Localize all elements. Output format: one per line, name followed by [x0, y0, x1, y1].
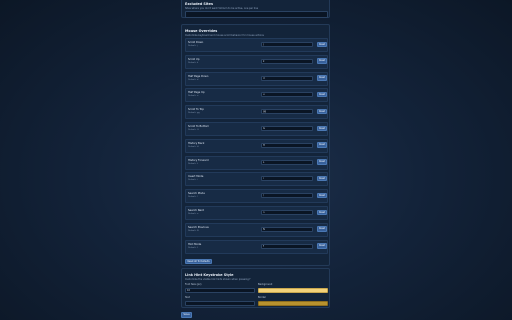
override-row: History Back Default: H H Reset — [185, 138, 328, 153]
override-name: Scroll Down — [188, 41, 204, 44]
override-name: Insert Mode — [188, 175, 204, 179]
override-key-input[interactable]: H — [261, 142, 313, 148]
excluded-sites-textarea[interactable] — [185, 11, 328, 18]
override-reset-button[interactable]: Reset — [317, 108, 327, 115]
override-key-input[interactable]: u — [261, 92, 313, 98]
reset-all-button[interactable]: Reset All To Defaults — [185, 259, 212, 264]
options-page: { "excluded_sites": { "title": "Excluded… — [0, 0, 512, 320]
override-default: Default: n — [188, 213, 199, 215]
override-row: Half Page Down Default: d d Reset — [185, 71, 328, 86]
override-key-input[interactable]: N — [261, 226, 313, 232]
override-reset-button[interactable]: Reset — [317, 41, 327, 47]
excluded-sites-card: Excluded Sites Sites where you don't wan… — [181, 0, 330, 18]
background-color-label: Background — [258, 283, 273, 286]
override-default: Default: f — [188, 246, 198, 249]
override-name: Scroll To Bottom — [188, 125, 210, 128]
font-size-input[interactable]: 10 — [185, 288, 255, 293]
override-name: Scroll Up — [188, 57, 200, 61]
override-default: Default: u — [188, 95, 199, 98]
override-key-input[interactable]: n — [261, 210, 313, 215]
override-row: Hint Mode Default: f f Reset — [185, 239, 328, 254]
override-row: Search Mode Default: / / Reset — [185, 189, 328, 204]
link-hint-style-card: Link Hint Keystroke Style Customize the … — [181, 268, 330, 308]
override-default: Default: j — [188, 45, 198, 47]
link-hint-style-description: Customize the visible link hints shown w… — [185, 278, 251, 281]
override-row: Insert Mode Default: i i Reset — [185, 172, 328, 187]
override-default: Default: / — [188, 196, 198, 199]
override-row: Search Previous Default: N N Reset — [185, 222, 328, 237]
override-name: Search Next — [188, 209, 204, 212]
link-hint-style-title: Link Hint Keystroke Style — [185, 273, 234, 277]
override-reset-button[interactable]: Reset — [317, 243, 327, 249]
override-reset-button[interactable]: Reset — [317, 142, 327, 148]
override-default: Default: d — [188, 78, 199, 81]
override-reset-button[interactable]: Reset — [317, 91, 327, 98]
override-name: Search Mode — [188, 192, 205, 196]
override-default: Default: L — [188, 162, 199, 165]
override-reset-button[interactable]: Reset — [317, 175, 327, 182]
override-key-input[interactable]: d — [261, 75, 313, 81]
border-color-input[interactable] — [258, 301, 328, 306]
override-name: Half Page Up — [188, 91, 205, 95]
text-color-label: Text — [185, 296, 190, 299]
override-key-input[interactable]: gg — [261, 109, 313, 115]
save-button[interactable]: Save — [181, 312, 192, 318]
override-row: Search Next Default: n n Reset — [185, 206, 328, 220]
override-key-input[interactable]: G — [261, 126, 313, 131]
override-name: Hint Mode — [188, 242, 202, 246]
override-default: Default: i — [188, 179, 198, 182]
override-key-input[interactable]: L — [261, 159, 313, 165]
font-size-label: Font Size (px) — [185, 283, 202, 286]
mouse-overrides-description: Customize keyboard and mouse scroll beha… — [185, 34, 264, 37]
override-name: Half Page Down — [188, 74, 209, 78]
override-reset-button[interactable]: Reset — [317, 159, 327, 165]
override-row: Half Page Up Default: u u Reset — [185, 88, 328, 103]
text-color-input[interactable] — [185, 301, 255, 306]
excluded-sites-title: Excluded Sites — [185, 2, 213, 6]
override-row: Scroll Down Default: j j Reset — [185, 38, 328, 52]
override-key-input[interactable]: f — [261, 243, 313, 249]
override-reset-button[interactable]: Reset — [317, 75, 327, 81]
override-default: Default: H — [188, 145, 199, 148]
override-reset-button[interactable]: Reset — [317, 209, 327, 215]
override-reset-button[interactable]: Reset — [317, 192, 327, 199]
mouse-overrides-title: Mouse Overrides — [185, 29, 218, 33]
override-key-input[interactable]: k — [261, 58, 313, 64]
override-name: History Back — [188, 141, 205, 145]
mouse-overrides-card: Mouse Overrides Customize keyboard and m… — [181, 24, 330, 266]
override-row: Scroll To Bottom Default: G G Reset — [185, 122, 328, 136]
override-row: History Forward Default: L L Reset — [185, 155, 328, 170]
override-default: Default: gg — [188, 112, 200, 115]
override-default: Default: G — [188, 129, 199, 131]
excluded-sites-description: Sites where you don't want Vimium to be … — [185, 7, 259, 10]
override-key-input[interactable]: i — [261, 176, 313, 182]
override-name: History Forward — [188, 158, 209, 162]
override-reset-button[interactable]: Reset — [317, 125, 327, 131]
override-name: Scroll To Top — [188, 108, 204, 112]
border-color-label: Border — [258, 296, 267, 299]
override-row: Scroll To Top Default: gg gg Reset — [185, 105, 328, 120]
override-default: Default: k — [188, 61, 199, 64]
override-row: Scroll Up Default: k k Reset — [185, 54, 328, 69]
override-reset-button[interactable]: Reset — [317, 58, 327, 64]
override-reset-button[interactable]: Reset — [317, 226, 327, 232]
background-color-input[interactable] — [258, 288, 328, 293]
override-key-input[interactable]: / — [261, 193, 313, 199]
override-default: Default: N — [188, 229, 199, 232]
override-name: Search Previous — [188, 225, 209, 229]
override-key-input[interactable]: j — [261, 42, 313, 47]
